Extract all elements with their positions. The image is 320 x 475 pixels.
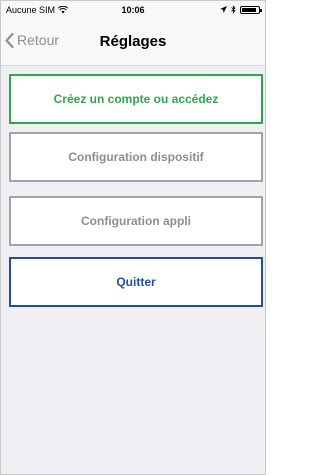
battery-fill: [242, 7, 256, 12]
phone-screen: Aucune SIM 10:06 Retour Réglages Créez u…: [0, 0, 266, 475]
navigation-bar: Retour Réglages: [1, 19, 265, 66]
app-configuration-button[interactable]: Configuration appli: [9, 196, 263, 246]
quit-button[interactable]: Quitter: [9, 257, 263, 307]
bluetooth-icon: [231, 5, 236, 14]
device-configuration-button[interactable]: Configuration dispositif: [9, 132, 263, 182]
status-bar: Aucune SIM 10:06: [1, 1, 265, 19]
app-configuration-label: Configuration appli: [81, 214, 191, 228]
page-title: Réglages: [99, 33, 167, 50]
create-account-label: Créez un compte ou accédez: [53, 92, 219, 106]
location-arrow-icon: [220, 6, 227, 13]
create-account-button[interactable]: Créez un compte ou accédez: [9, 74, 263, 124]
quit-label: Quitter: [116, 275, 156, 289]
battery-icon: [240, 5, 262, 14]
device-configuration-label: Configuration dispositif: [68, 150, 204, 164]
status-indicators: [220, 5, 262, 14]
